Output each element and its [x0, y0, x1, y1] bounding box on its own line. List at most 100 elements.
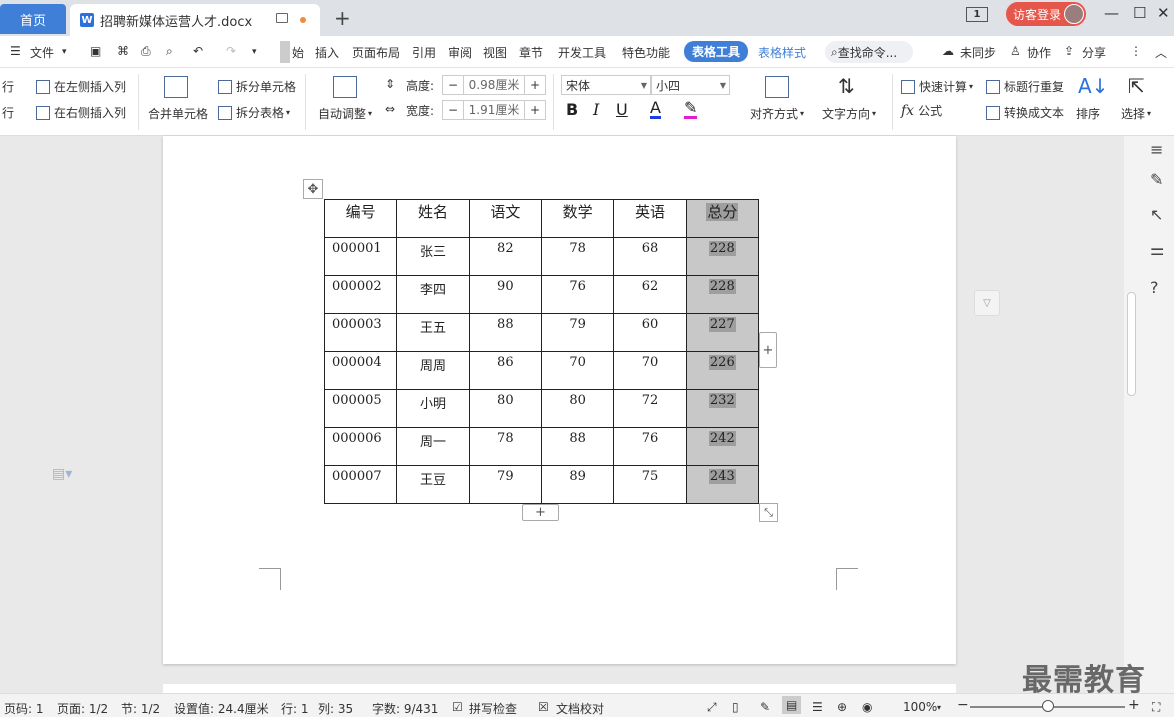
tab-table-style[interactable]: 表格样式	[758, 44, 806, 61]
table-cell[interactable]: 王五	[396, 313, 470, 352]
row-height-stepper[interactable]: − 0.98厘米 +	[442, 75, 546, 95]
font-size-select[interactable]: 小四 ▼	[651, 75, 730, 95]
pointer-icon[interactable]: ↖	[1150, 205, 1163, 224]
page-number-status[interactable]: 页码: 1	[4, 700, 44, 717]
text-direction-button[interactable]: 文字方向 ▾	[822, 105, 876, 122]
split-cells-button[interactable]: 拆分单元格	[218, 78, 296, 95]
share-button[interactable]: 分享	[1082, 44, 1106, 61]
help-icon[interactable]: ?	[1150, 278, 1159, 297]
eye-protection-icon[interactable]: ◉	[862, 700, 872, 714]
quick-access-dropdown-icon[interactable]: ▾	[252, 47, 257, 57]
table-cell[interactable]: 90	[468, 275, 542, 314]
table-cell[interactable]: 79	[540, 313, 615, 352]
tab-table-tools[interactable]: 表格工具	[684, 41, 749, 62]
pen-edit-icon[interactable]: ✎	[1150, 170, 1163, 189]
maximize-button[interactable]: ☐	[1133, 4, 1146, 22]
undo-icon[interactable]: ↶	[193, 44, 203, 58]
section-status[interactable]: 节: 1/2	[121, 700, 160, 717]
new-tab-button[interactable]: +	[334, 6, 351, 30]
table-cell[interactable]: 小明	[396, 389, 470, 428]
menu-home[interactable]: 始	[292, 44, 304, 61]
zoom-slider-handle[interactable]	[1042, 700, 1054, 712]
table-cell[interactable]: 000003	[323, 313, 398, 352]
table-cell[interactable]: 72	[613, 389, 687, 428]
col-width-stepper[interactable]: − 1.91厘米 +	[442, 100, 546, 120]
quick-calc-button[interactable]: 快速计算 ▾	[901, 78, 973, 95]
page-view-icon[interactable]: ▤	[782, 696, 802, 714]
table-cell[interactable]: 88	[540, 427, 615, 466]
fullscreen-icon[interactable]: ⤢	[707, 700, 717, 715]
table-cell[interactable]: 226	[685, 351, 760, 390]
insert-row-above-button[interactable]: 行	[2, 78, 14, 95]
table-cell[interactable]: 80	[468, 389, 542, 428]
table-cell[interactable]: 60	[613, 313, 687, 352]
table-cell[interactable]: 243	[685, 465, 760, 504]
collab-button[interactable]: 协作	[1027, 44, 1051, 61]
table-cell[interactable]: 228	[685, 237, 760, 276]
table-cell[interactable]: 82	[468, 237, 542, 276]
table-cell[interactable]: 80	[540, 389, 615, 428]
height-value-input[interactable]: 0.98厘米	[463, 76, 525, 94]
table-cell[interactable]: 68	[613, 237, 687, 276]
table-cell[interactable]: 76	[613, 427, 687, 466]
search-command-input[interactable]: ⌕ 查找命令...	[825, 41, 913, 63]
table-cell[interactable]: 000006	[323, 427, 398, 466]
merge-cells-button[interactable]: 合并单元格	[148, 105, 208, 122]
table-cell[interactable]: 000002	[323, 275, 398, 314]
zoom-in-button[interactable]: +	[1128, 697, 1140, 713]
word-count-status[interactable]: 字数: 9/431	[372, 700, 438, 717]
table-cell[interactable]: 242	[685, 427, 760, 466]
proofread-icon[interactable]: ☒	[538, 700, 549, 714]
add-column-button[interactable]: +	[759, 332, 777, 368]
menu-section[interactable]: 章节	[519, 44, 543, 61]
menu-special[interactable]: 特色功能	[622, 44, 670, 61]
table-resize-icon[interactable]: ⤡	[759, 503, 778, 522]
unsaved-dot-icon[interactable]	[300, 17, 306, 23]
collapse-ribbon-icon[interactable]: ︿	[1155, 44, 1167, 61]
collab-icon[interactable]: ♙	[1010, 44, 1021, 58]
table-header-cell[interactable]: 编号	[323, 199, 398, 238]
menu-file[interactable]: 文件	[30, 44, 54, 61]
save-icon[interactable]: ▣	[90, 44, 101, 58]
share-icon[interactable]: ⇪	[1064, 44, 1074, 58]
table-cell[interactable]: 张三	[396, 237, 470, 276]
format-painter-icon[interactable]: ⌘	[117, 44, 129, 58]
edit-mode-icon[interactable]: ✎	[760, 700, 770, 714]
print-icon[interactable]: ⎙	[141, 44, 151, 59]
table-cell[interactable]: 79	[468, 465, 542, 504]
panel-menu-icon[interactable]: ≡	[1150, 140, 1163, 159]
autofit-button[interactable]: 自动调整 ▾	[318, 105, 372, 122]
table-cell[interactable]: 周一	[396, 427, 470, 466]
menu-insert[interactable]: 插入	[315, 44, 339, 61]
outline-view-icon[interactable]: ☰	[812, 700, 823, 714]
table-cell[interactable]: 000005	[323, 389, 398, 428]
height-decrease-button[interactable]: −	[443, 78, 463, 92]
proofread-button[interactable]: 文档校对	[556, 700, 604, 717]
pages-status[interactable]: 页面: 1/2	[57, 700, 108, 717]
zoom-dropdown-icon[interactable]: ▾	[937, 703, 941, 712]
web-view-icon[interactable]: ⊕	[837, 700, 847, 714]
table-move-handle-icon[interactable]: ✥	[303, 179, 323, 199]
scrollbar-thumb[interactable]	[1127, 292, 1136, 396]
table-cell[interactable]: 70	[540, 351, 615, 390]
table-cell[interactable]: 232	[685, 389, 760, 428]
fit-window-icon[interactable]: ⛶	[1152, 700, 1160, 715]
italic-button[interactable]: I	[593, 100, 599, 119]
insert-row-below-button[interactable]: 行	[2, 104, 14, 121]
tab-home[interactable]: 首页	[0, 4, 66, 34]
underline-button[interactable]: U	[616, 100, 628, 119]
table-cell[interactable]: 78	[468, 427, 542, 466]
column-status[interactable]: 列: 35	[318, 700, 353, 717]
table-cell[interactable]: 000004	[323, 351, 398, 390]
select-button[interactable]: 选择 ▾	[1121, 105, 1151, 122]
zoom-level[interactable]: 100%	[903, 700, 937, 714]
width-value-input[interactable]: 1.91厘米	[463, 101, 525, 119]
autofit-icon[interactable]	[333, 76, 361, 98]
table-header-cell[interactable]: 数学	[540, 199, 615, 238]
menu-review[interactable]: 审阅	[448, 44, 472, 61]
table-cell[interactable]: 000001	[323, 237, 398, 276]
insert-col-right-button[interactable]: 在右侧插入列	[36, 104, 126, 121]
row-status[interactable]: 行: 1	[281, 700, 309, 717]
menu-view[interactable]: 视图	[483, 44, 507, 61]
table-cell[interactable]: 75	[613, 465, 687, 504]
